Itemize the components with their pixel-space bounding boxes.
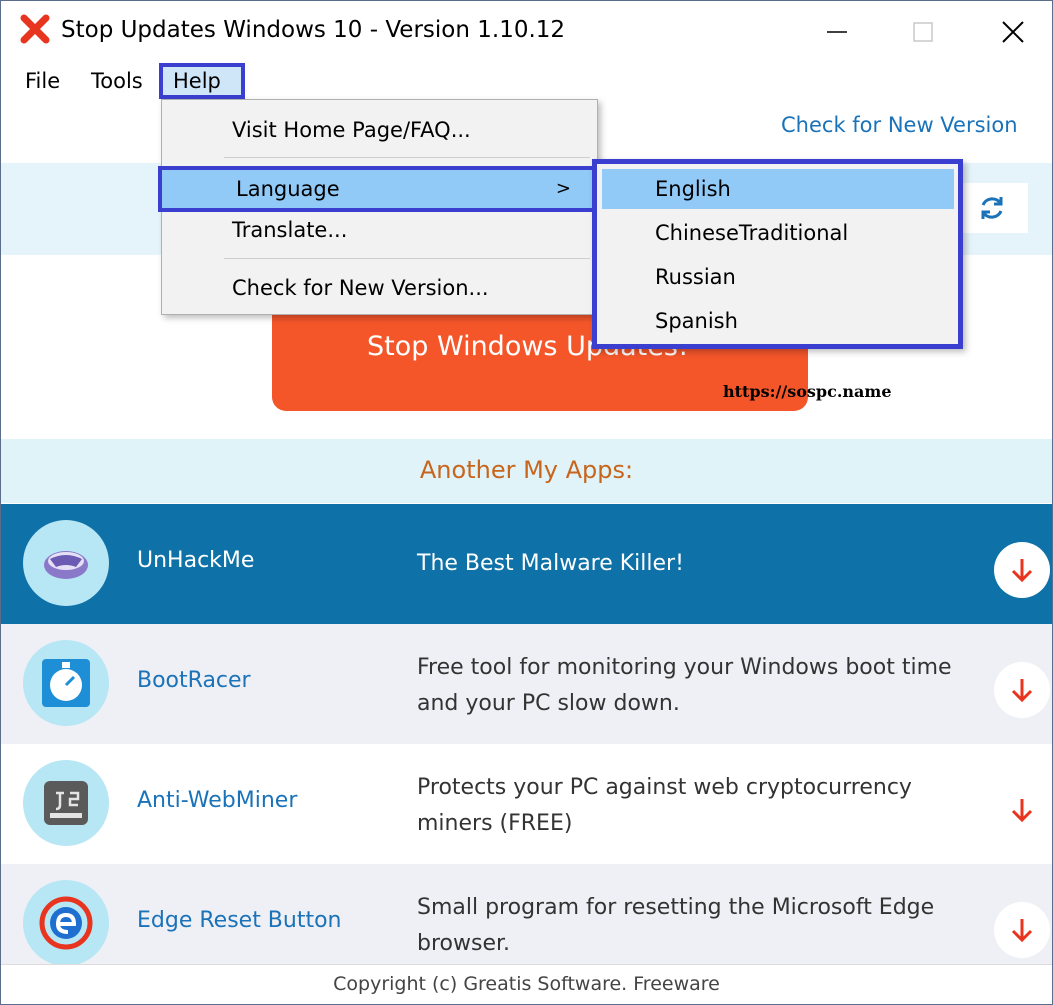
- menu-tools[interactable]: Tools: [91, 65, 143, 97]
- arrow-down-icon: [1011, 559, 1033, 583]
- window-title: Stop Updates Windows 10 - Version 1.10.1…: [61, 17, 566, 43]
- unhackme-icon: [23, 520, 109, 606]
- language-submenu: English ChineseTraditional Russian Spani…: [592, 159, 963, 349]
- app-description: The Best Malware Killer!: [417, 551, 684, 576]
- title-bar: Stop Updates Windows 10 - Version 1.10.1…: [1, 1, 1052, 63]
- footer: Copyright (c) Greatis Software. Freeware: [1, 964, 1052, 1004]
- download-button[interactable]: [994, 902, 1050, 958]
- minimize-button[interactable]: [791, 1, 883, 63]
- language-option-chinese-traditional[interactable]: ChineseTraditional: [597, 213, 958, 253]
- close-icon: [1002, 21, 1024, 43]
- refresh-icon: [981, 197, 1003, 219]
- apps-title: Another My Apps:: [419, 456, 634, 484]
- red-x-icon: [20, 14, 50, 44]
- url-watermark: https://sospc.name: [723, 382, 892, 401]
- app-name[interactable]: Edge Reset Button: [137, 908, 342, 933]
- refresh-button[interactable]: [956, 183, 1028, 233]
- app-description: Small program for resetting the Microsof…: [417, 895, 935, 956]
- arrow-down-icon: [1011, 679, 1033, 703]
- copyright-text: Copyright (c) Greatis Software. Freeware: [333, 973, 720, 995]
- language-option-english[interactable]: English: [602, 169, 954, 209]
- menu-help[interactable]: Help: [159, 63, 245, 99]
- app-window: Stop Updates Windows 10 - Version 1.10.1…: [0, 0, 1053, 1005]
- menu-item-check-version[interactable]: Check for New Version...: [162, 268, 597, 308]
- app-row-edge-reset[interactable]: Edge Reset Button Small program for rese…: [1, 864, 1052, 966]
- app-name[interactable]: Anti-WebMiner: [137, 788, 297, 813]
- check-version-link[interactable]: Check for New Version: [781, 113, 1018, 137]
- js-miner-icon: [23, 760, 109, 846]
- app-row-anti-webminer[interactable]: Anti-WebMiner Protects your PC against w…: [1, 744, 1052, 864]
- stopwatch-icon: [23, 640, 109, 726]
- app-description: Protects your PC against web cryptocurre…: [417, 775, 912, 836]
- menu-bar: File Tools Help: [1, 63, 1052, 99]
- menu-separator: [224, 258, 590, 259]
- menu-item-translate[interactable]: Translate...: [162, 210, 597, 250]
- app-description: Free tool for monitoring your Windows bo…: [417, 655, 952, 716]
- download-button[interactable]: [994, 542, 1050, 598]
- download-button[interactable]: [994, 782, 1050, 838]
- language-option-spanish[interactable]: Spanish: [597, 301, 958, 341]
- menu-file[interactable]: File: [25, 65, 60, 97]
- app-row-unhackme[interactable]: UnHackMe The Best Malware Killer!: [1, 504, 1052, 624]
- menu-item-language[interactable]: Language >: [158, 166, 599, 212]
- minimize-icon: [827, 31, 847, 33]
- maximize-button[interactable]: [877, 1, 969, 63]
- menu-item-home-page[interactable]: Visit Home Page/FAQ...: [162, 110, 597, 150]
- menu-item-language-label: Language: [236, 177, 340, 201]
- app-name[interactable]: BootRacer: [137, 668, 251, 693]
- language-option-russian[interactable]: Russian: [597, 257, 958, 297]
- maximize-icon: [913, 22, 933, 42]
- edge-reset-icon: [23, 880, 109, 966]
- help-dropdown-menu: Visit Home Page/FAQ... Language > Transl…: [158, 99, 599, 315]
- arrow-down-icon: [1011, 919, 1033, 943]
- app-row-bootracer[interactable]: BootRacer Free tool for monitoring your …: [1, 624, 1052, 744]
- menu-separator: [224, 157, 590, 158]
- app-name[interactable]: UnHackMe: [137, 548, 254, 573]
- download-button[interactable]: [994, 662, 1050, 718]
- close-button[interactable]: [967, 1, 1052, 63]
- submenu-arrow-icon: >: [555, 178, 571, 199]
- arrow-down-icon: [1011, 799, 1033, 823]
